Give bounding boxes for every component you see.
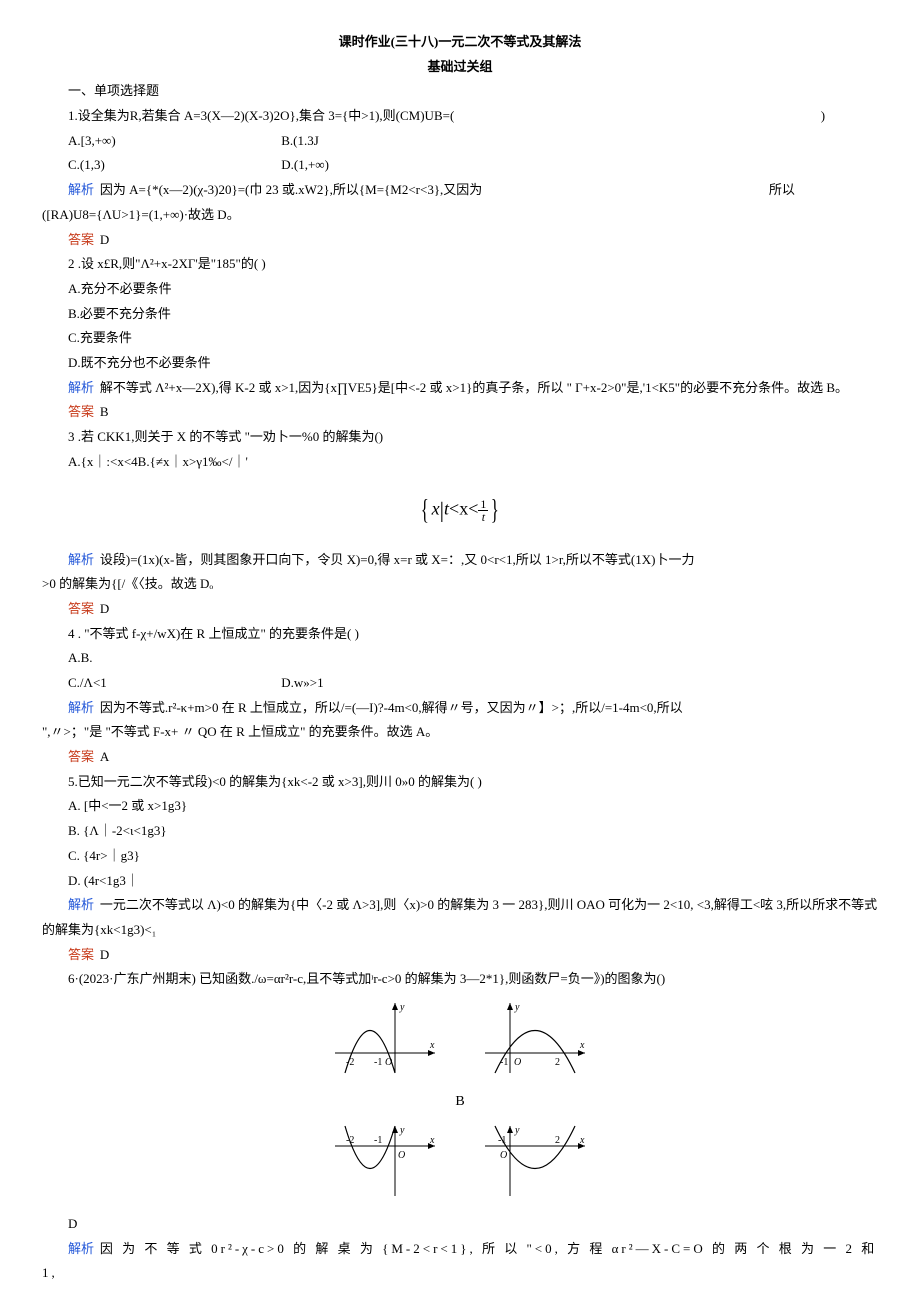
q3-answer: 答案 D: [42, 597, 878, 622]
q6-stem: 6·(2023·广东广州期末) 已知函数./ω=αr²r-c,且不等式加ᶦr-c…: [42, 967, 878, 992]
q4-opt-c: C./Λ<1: [68, 671, 278, 696]
svg-text:O: O: [500, 1150, 507, 1161]
answer-label: 答案: [68, 404, 94, 419]
q2-opt-c: C.充要条件: [42, 326, 878, 351]
q5-opt-d: D. (4r<1g3｜: [42, 869, 878, 894]
answer-label: 答案: [68, 601, 94, 616]
q6-graph-row1: -2 O -1 x y -1 O 2 x y: [42, 998, 878, 1087]
q2-answer-value: B: [100, 404, 109, 419]
analysis-label: 解析: [68, 700, 94, 715]
analysis-label: 解析: [68, 552, 94, 567]
q3-analysis-text1: 设段)=(1x)(x-皆，则其图象开口向下，令贝 X)=0,得 x=r 或 X=…: [100, 552, 695, 567]
svg-text:2: 2: [555, 1057, 560, 1068]
svg-text:x: x: [429, 1040, 435, 1051]
q2-opt-b: B.必要不充分条件: [42, 302, 878, 327]
q4-opt-d: D.w»>1: [281, 671, 491, 696]
q3-stem: 3 .若 CKK1,则关于 X 的不等式 "一劝卜一%0 的解集为(): [42, 425, 878, 450]
parabola-graph-c: -2 O -1 x y: [330, 1121, 440, 1201]
q4-analysis-line1: 解析 因为不等式.r²-κ+m>0 在 R 上恒成立，所以/=(—I)?-4m<…: [42, 696, 878, 721]
q5-opt-a: A. [中<一2 或 x>1g3}: [42, 794, 878, 819]
svg-text:y: y: [399, 1002, 405, 1013]
analysis-label: 解析: [68, 182, 94, 197]
q4-options-row2: C./Λ<1 D.w»>1: [42, 671, 878, 696]
q3-math-display: {x|t<x<1t}: [42, 484, 878, 537]
q3-analysis-line1: 解析 设段)=(1x)(x-皆，则其图象开口向下，令贝 X)=0,得 x=r 或…: [42, 548, 878, 573]
svg-text:-1: -1: [498, 1135, 506, 1146]
q5-options: A. [中<一2 或 x>1g3} B. {Λ｜-2<ι<1g3} C. {4r…: [42, 794, 878, 893]
q5-answer: 答案 D: [42, 943, 878, 968]
q1-analysis-text1: 因为 A={*(x—2)(χ-3)20}=(巾 23 或.xW2},所以{M={…: [100, 182, 482, 197]
parabola-graph-b: -1 O 2 x y: [480, 998, 590, 1078]
svg-text:y: y: [399, 1125, 405, 1136]
set-expression: {x|t<x<1t}: [418, 484, 502, 537]
q1-stem: 1.设全集为R,若集合 A=3(X—2)(X-3)2O},集合 3={中>1),…: [42, 104, 878, 129]
q4-analysis-line2: ",〃>；"是 "不等式 F-x+ 〃 QO 在 R 上恒成立" 的充要条件。故…: [42, 720, 878, 745]
svg-text:x: x: [579, 1135, 585, 1146]
q5-analysis-text: 一元二次不等式以 Λ)<0 的解集为{中〈-2 或 Λ>3],则〈x)>0 的解…: [42, 897, 877, 937]
q6-label-d: D: [42, 1212, 878, 1237]
q2-analysis: 解析 解不等式 Λ²+x—2X),得 K-2 或 x>1,因为{x∏VE5}是[…: [42, 376, 878, 401]
q2-stem: 2 .设 x£R,则"Λ²+x-2XΓ'是"185"的( ): [42, 252, 878, 277]
q6-analysis: 解析 因 为 不 等 式 0r²-χ-c>0 的 解 桌 为 {M-2<r<1}…: [42, 1237, 878, 1286]
parabola-graph-a: -2 O -1 x y: [330, 998, 440, 1078]
q1-answer: 答案 D: [42, 228, 878, 253]
answer-label: 答案: [68, 749, 94, 764]
svg-text:-1: -1: [374, 1135, 382, 1146]
q1-analysis-line2: ([RA)U8={ΛU>1}=(1,+∞)·故选 D。: [42, 203, 878, 228]
svg-text:2: 2: [555, 1135, 560, 1146]
analysis-label: 解析: [68, 897, 94, 912]
q1-opt-c: C.(1,3): [68, 153, 278, 178]
svg-text:O: O: [514, 1057, 521, 1068]
section-heading: 一、单项选择题: [42, 79, 878, 104]
svg-text:-2: -2: [346, 1135, 354, 1146]
q4-answer-value: A: [100, 749, 109, 764]
q2-opt-d: D.既不充分也不必要条件: [42, 351, 878, 376]
svg-text:-1: -1: [374, 1057, 382, 1068]
q1-analysis-line1: 解析 因为 A={*(x—2)(χ-3)20}=(巾 23 或.xW2},所以{…: [42, 178, 878, 203]
svg-text:y: y: [514, 1125, 520, 1136]
svg-text:-2: -2: [346, 1057, 354, 1068]
svg-text:O: O: [385, 1057, 392, 1068]
svg-text:-1: -1: [500, 1057, 508, 1068]
q1-opt-b: B.(1.3J: [281, 129, 491, 154]
q1-answer-value: D: [100, 232, 109, 247]
q5-answer-value: D: [100, 947, 109, 962]
q1-analysis-text-tail: 所以: [769, 182, 795, 197]
q6-analysis-text: 因 为 不 等 式 0r²-χ-c>0 的 解 桌 为 {M-2<r<1}, 所…: [42, 1241, 877, 1281]
q2-analysis-text: 解不等式 Λ²+x—2X),得 K-2 或 x>1,因为{x∏VE5}是[中<-…: [100, 380, 848, 395]
q1-options-row2: C.(1,3) D.(1,+∞): [42, 153, 878, 178]
q2-answer: 答案 B: [42, 400, 878, 425]
q2-opt-a: A.充分不必要条件: [42, 277, 878, 302]
q5-analysis: 解析 一元二次不等式以 Λ)<0 的解集为{中〈-2 或 Λ>3],则〈x)>0…: [42, 893, 878, 942]
svg-text:y: y: [514, 1002, 520, 1013]
svg-text:x: x: [579, 1040, 585, 1051]
q3-answer-value: D: [100, 601, 109, 616]
parabola-graph-d: -1 O 2 x y: [480, 1121, 590, 1201]
answer-label: 答案: [68, 232, 94, 247]
q5-opt-c: C. {4r>｜g3}: [42, 844, 878, 869]
page-subtitle: 基础过关组: [42, 55, 878, 80]
q6-graph-row2: -2 O -1 x y -1 O 2 x y: [42, 1121, 878, 1210]
q1-opt-d: D.(1,+∞): [281, 153, 491, 178]
svg-text:O: O: [398, 1150, 405, 1161]
q5-opt-b: B. {Λ｜-2<ι<1g3}: [42, 819, 878, 844]
q4-opt-ab: A.B.: [42, 646, 878, 671]
answer-label: 答案: [68, 947, 94, 962]
q3-opt-ab: A.{x｜:<x<4B.{≠x｜x>γ1‰</｜': [42, 450, 878, 475]
svg-text:x: x: [429, 1135, 435, 1146]
q4-analysis-text1: 因为不等式.r²-κ+m>0 在 R 上恒成立，所以/=(—I)?-4m<0,解…: [100, 700, 683, 715]
q1-options-row1: A.[3,+∞) B.(1.3J: [42, 129, 878, 154]
analysis-label: 解析: [68, 1241, 94, 1256]
q4-stem: 4 . "不等式 f-χ+/wX)在 R 上恒成立" 的充要条件是( ): [42, 622, 878, 647]
q1-opt-a: A.[3,+∞): [68, 129, 278, 154]
q5-stem: 5.已知一元二次不等式段)<0 的解集为{xk<-2 或 x>3],则川 0»0…: [42, 770, 878, 795]
q3-analysis-line2: >0 的解集为{[/《〈技。故选 Dₒ: [42, 572, 878, 597]
q6-label-b: B: [42, 1089, 878, 1116]
page-title: 课时作业(三十八)一元二次不等式及其解法: [42, 30, 878, 55]
q1-stem-text: 1.设全集为R,若集合 A=3(X—2)(X-3)2O},集合 3={中>1),…: [68, 108, 454, 123]
q4-answer: 答案 A: [42, 745, 878, 770]
analysis-label: 解析: [68, 380, 94, 395]
q1-close-paren: ): [821, 108, 825, 123]
